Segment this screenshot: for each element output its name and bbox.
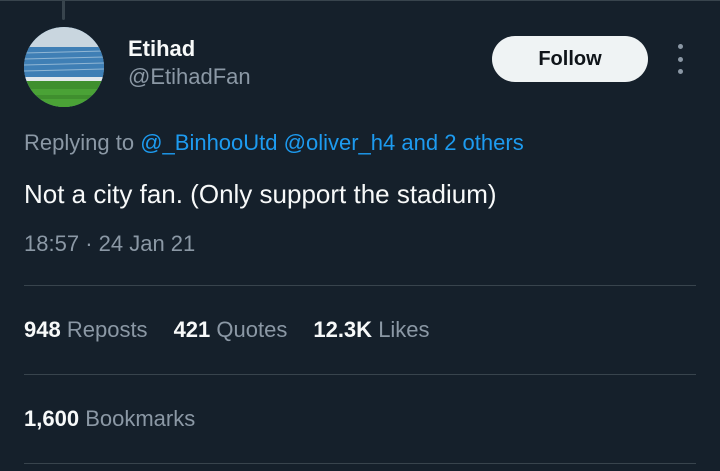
bookmarks-stat[interactable]: 1,600 Bookmarks (24, 404, 195, 434)
reposts-label: Reposts (66, 317, 148, 342)
quotes-count: 421 (173, 317, 211, 342)
follow-button[interactable]: Follow (492, 36, 648, 82)
bookmarks-label: Bookmarks (85, 406, 196, 431)
avatar[interactable] (24, 27, 104, 107)
mention-link[interactable]: @oliver_h4 (284, 130, 396, 155)
top-divider (0, 0, 720, 1)
reposts-count: 948 (24, 317, 61, 342)
bookmarks-count: 1,600 (24, 406, 80, 431)
likes-count: 12.3K (313, 317, 373, 342)
stadium-avatar-image (24, 27, 104, 107)
reposts-stat[interactable]: 948 Reposts (24, 315, 148, 345)
more-horizontal-icon[interactable] (668, 44, 692, 74)
mention-link[interactable]: @_BinhooUtd (140, 130, 277, 155)
separator-dot: · (85, 231, 93, 256)
divider (24, 374, 696, 375)
user-handle[interactable]: @EtihadFan (128, 63, 251, 91)
display-name[interactable]: Etihad (128, 35, 251, 63)
likes-label: Likes (378, 317, 430, 342)
user-names: Etihad @EtihadFan (128, 35, 251, 91)
others-link[interactable]: and 2 others (401, 130, 523, 155)
thread-connector-line (62, 0, 65, 20)
quotes-label: Quotes (216, 317, 288, 342)
engagement-stats: 948 Reposts 421 Quotes 12.3K Likes (24, 315, 430, 345)
divider (24, 285, 696, 286)
replying-to: Replying to @_BinhooUtd @oliver_h4 and 2… (24, 128, 524, 158)
tweet-time: 18:57 (24, 231, 80, 256)
likes-stat[interactable]: 12.3K Likes (313, 315, 429, 345)
quotes-stat[interactable]: 421 Quotes (174, 315, 288, 345)
divider (24, 463, 696, 464)
tweet-text: Not a city fan. (Only support the stadiu… (24, 179, 497, 209)
tweet-date: 24 Jan 21 (98, 231, 196, 256)
timestamp[interactable]: 18:57 · 24 Jan 21 (24, 230, 195, 258)
replying-prefix: Replying to (24, 130, 135, 155)
tweet-detail: Etihad @EtihadFan Follow Replying to @_B… (0, 0, 720, 471)
